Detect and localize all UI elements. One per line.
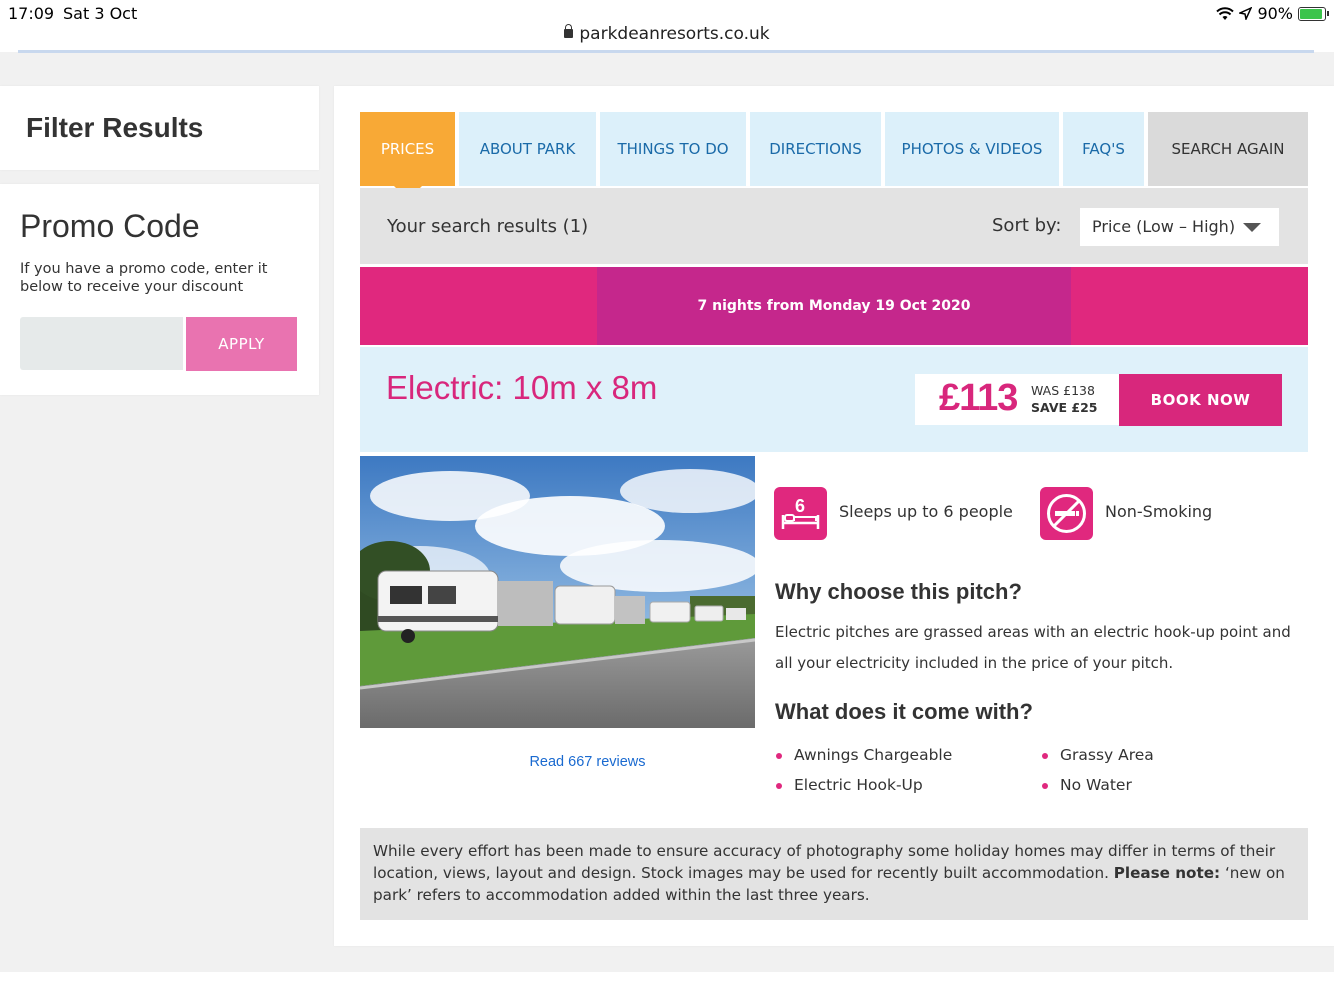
- caravan-photo: [360, 456, 755, 728]
- date-band: 7 nights from Monday 19 Oct 2020: [360, 267, 1308, 345]
- pitch-title: Electric: 10m x 8m: [386, 369, 658, 406]
- amenity-item: No Water: [1042, 776, 1132, 794]
- book-now-button[interactable]: BOOK NOW: [1119, 374, 1282, 426]
- wifi-icon: [1216, 6, 1235, 20]
- promo-panel: Promo Code If you have a promo code, ent…: [0, 184, 319, 395]
- why-title: Why choose this pitch?: [775, 579, 1022, 604]
- location-arrow-icon: [1239, 7, 1253, 20]
- price-was: WAS £138: [1031, 383, 1095, 398]
- battery-icon: [1298, 6, 1329, 21]
- promo-title: Promo Code: [20, 208, 200, 244]
- filter-panel: Filter Results: [0, 86, 319, 170]
- battery-level: [1300, 8, 1322, 19]
- sleeps-text: Sleeps up to 6 people: [839, 502, 1013, 521]
- tab-prices[interactable]: PRICES: [360, 112, 455, 200]
- filter-title[interactable]: Filter Results: [26, 112, 203, 144]
- disclaimer-box: While every effort has been made to ensu…: [360, 828, 1308, 920]
- why-body: Electric pitches are grassed areas with …: [775, 623, 1291, 672]
- disclaimer-note-label: Please note:: [1113, 864, 1221, 882]
- status-bar: 17:09 Sat 3 Oct 90% parkdeanresorts.co.u…: [0, 0, 1334, 52]
- tab-directions[interactable]: DIRECTIONS: [750, 112, 881, 186]
- amenity-item: Electric Hook-Up: [776, 776, 923, 794]
- status-date: Sat 3 Oct: [63, 4, 138, 23]
- sort-value: Price (Low – High): [1092, 217, 1236, 236]
- pitch-photo[interactable]: [360, 456, 755, 728]
- bed-icon: 6: [774, 487, 827, 540]
- address-bar[interactable]: parkdeanresorts.co.uk: [0, 24, 1334, 44]
- read-reviews-link[interactable]: Read 667 reviews: [360, 754, 815, 770]
- non-smoking-text: Non-Smoking: [1105, 502, 1213, 521]
- battery-percent: 90%: [1257, 4, 1293, 23]
- comes-with-title: What does it come with?: [775, 699, 1033, 724]
- lock-icon: [564, 24, 574, 38]
- tab-photos-videos[interactable]: PHOTOS & VIDEOS: [885, 112, 1059, 186]
- amenity-item: Awnings Chargeable: [775, 746, 953, 764]
- status-right: 90%: [1216, 4, 1329, 23]
- pitch-header: Electric: 10m x 8m £113 WAS £138 SAVE £2…: [360, 347, 1308, 452]
- sort-label: Sort by:: [992, 215, 1062, 236]
- status-time: 17:09: [8, 4, 55, 23]
- results-bar: Your search results (1) Sort by: Price (…: [360, 188, 1308, 264]
- header-divider: [18, 50, 1314, 53]
- price-box: £113 WAS £138 SAVE £25: [915, 374, 1119, 425]
- url-text: parkdeanresorts.co.uk: [579, 24, 770, 44]
- tab-faqs[interactable]: FAQ'S: [1063, 112, 1144, 186]
- promo-code-input[interactable]: [20, 317, 183, 370]
- apply-button[interactable]: APPLY: [186, 317, 297, 371]
- chevron-down-icon: [1243, 223, 1261, 232]
- price-save: SAVE £25: [1031, 400, 1098, 415]
- results-count: Your search results (1): [387, 216, 589, 237]
- date-range-text: 7 nights from Monday 19 Oct 2020: [597, 267, 1071, 345]
- tab-bar: PRICES ABOUT PARK THINGS TO DO DIRECTION…: [360, 112, 1308, 200]
- promo-description: If you have a promo code, enter it below…: [20, 261, 268, 295]
- tab-about-park[interactable]: ABOUT PARK: [459, 112, 596, 186]
- sort-dropdown[interactable]: Price (Low – High): [1080, 208, 1279, 246]
- amenity-item: Grassy Area: [1042, 746, 1154, 764]
- sleeps-badge-number: 6: [795, 496, 805, 516]
- footer-strip: [0, 972, 1334, 1000]
- price-amount: £113: [939, 377, 1018, 419]
- no-smoking-icon: [1040, 487, 1093, 540]
- tab-search-again[interactable]: SEARCH AGAIN: [1148, 112, 1308, 186]
- tab-things-to-do[interactable]: THINGS TO DO: [600, 112, 746, 186]
